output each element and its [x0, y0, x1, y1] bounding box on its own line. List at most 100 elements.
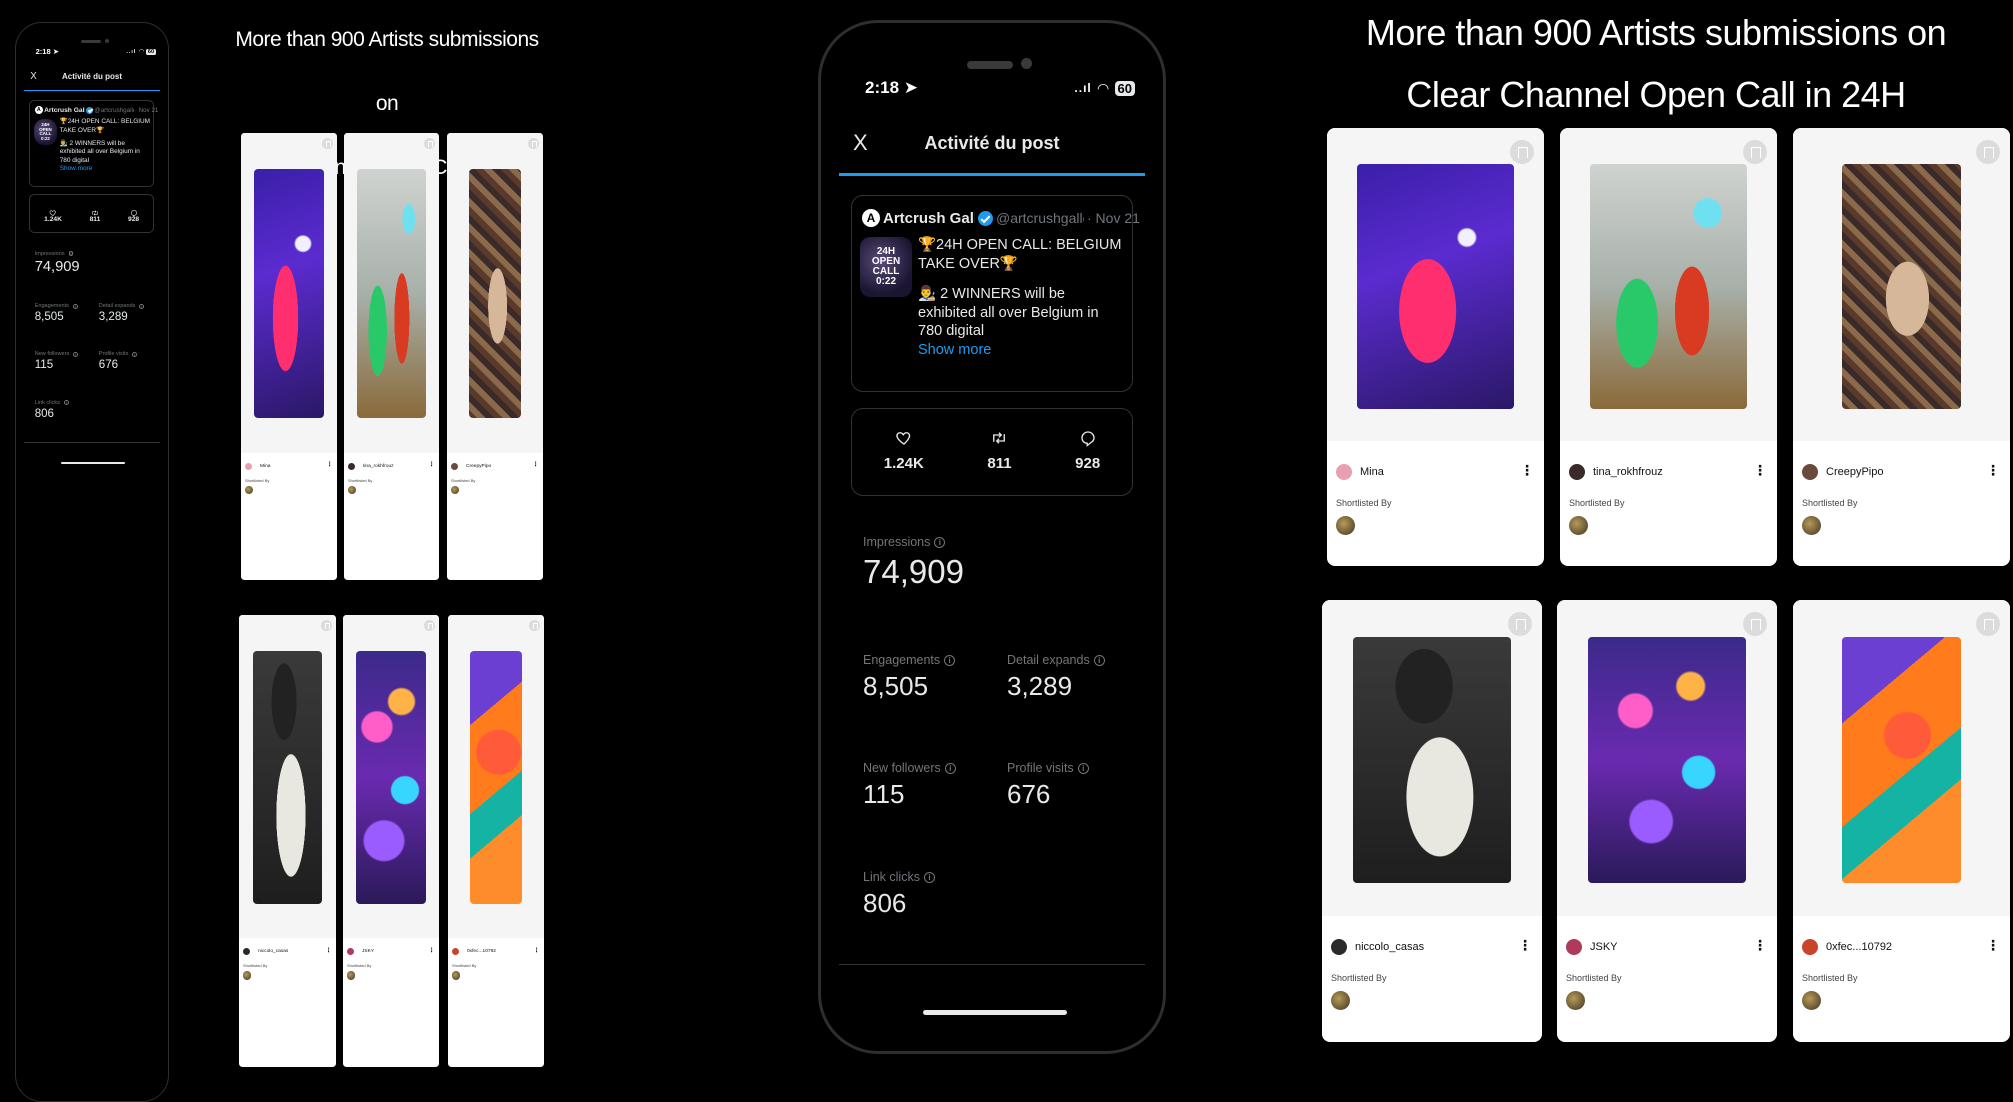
curator-avatar[interactable] — [1802, 991, 1821, 1011]
artwork-card[interactable]: Mina ⋮ Shortlisted By — [241, 133, 337, 580]
curator-avatar[interactable] — [346, 971, 356, 980]
close-icon[interactable]: X — [853, 130, 868, 156]
kebab-menu-icon[interactable]: ⋮ — [325, 947, 331, 954]
info-icon[interactable]: i — [1093, 654, 1105, 666]
bookmark-icon[interactable] — [1976, 612, 2000, 636]
curator-avatar[interactable] — [1331, 991, 1350, 1011]
like-metric[interactable]: 1.24K — [884, 429, 924, 495]
artist-row[interactable]: Mina — [244, 462, 270, 470]
artist-row[interactable]: Mina — [1336, 464, 1384, 481]
bookmark-icon[interactable] — [1743, 612, 1767, 636]
curator-avatar[interactable] — [1336, 516, 1355, 536]
artwork-card[interactable]: CreepyPipo ⋮ Shortlisted By — [1793, 128, 2010, 566]
artist-row[interactable]: 0xfec...10792 — [1802, 939, 1892, 956]
post-media-thumbnail[interactable]: 24H OPEN CALL 0:22 — [33, 118, 58, 146]
info-icon[interactable]: i — [68, 251, 74, 256]
info-icon[interactable]: i — [1077, 762, 1089, 774]
post-card[interactable]: AArtcrush Gallery @artcrushgaller· Nov 21… — [29, 99, 158, 188]
kebab-menu-icon[interactable]: ⋮ — [1518, 938, 1532, 952]
bookmark-icon[interactable] — [322, 138, 333, 149]
bookmark-icon[interactable] — [1510, 140, 1534, 164]
bookmark-icon[interactable] — [1743, 140, 1767, 164]
like-metric[interactable]: 1.24K — [44, 204, 62, 232]
reply-metric[interactable]: 928 — [1075, 429, 1100, 495]
artwork-image[interactable] — [1587, 636, 1747, 884]
artist-row[interactable]: JSKY — [346, 948, 374, 956]
artwork-image[interactable] — [468, 169, 522, 419]
artwork-card[interactable]: 0xfec...10792 ⋮ Shortlisted By — [1793, 600, 2010, 1042]
curator-avatar[interactable] — [347, 485, 357, 494]
kebab-menu-icon[interactable]: ⋮ — [533, 947, 539, 954]
kebab-menu-icon[interactable]: ⋮ — [1753, 463, 1767, 477]
bookmark-icon[interactable] — [424, 620, 435, 631]
artwork-card[interactable]: tina_rokhfrouz ⋮ Shortlisted By — [1560, 128, 1777, 566]
bookmark-icon[interactable] — [529, 620, 540, 631]
retweet-metric[interactable]: 811 — [987, 429, 1012, 495]
info-icon[interactable]: i — [944, 762, 956, 774]
artwork-card[interactable]: CreepyPipo ⋮ Shortlisted By — [447, 133, 543, 580]
artist-row[interactable]: JSKY — [1566, 939, 1618, 956]
artist-row[interactable]: tina_rokhfrouz — [347, 462, 394, 470]
kebab-menu-icon[interactable]: ⋮ — [428, 947, 434, 954]
artwork-card[interactable]: niccolo_casas ⋮ Shortlisted By — [239, 615, 336, 1067]
info-icon[interactable]: i — [923, 871, 935, 883]
artwork-card[interactable]: JSKY ⋮ Shortlisted By — [1557, 600, 1777, 1042]
bookmark-icon[interactable] — [1976, 140, 2000, 164]
artwork-image[interactable] — [1590, 164, 1747, 409]
reply-metric[interactable]: 928 — [128, 204, 139, 232]
artwork-card[interactable]: JSKY ⋮ Shortlisted By — [343, 615, 439, 1067]
artwork-card[interactable]: niccolo_casas ⋮ Shortlisted By — [1322, 600, 1542, 1042]
bookmark-icon[interactable] — [528, 138, 539, 149]
kebab-menu-icon[interactable]: ⋮ — [428, 462, 434, 468]
artwork-image[interactable] — [254, 169, 324, 419]
curator-avatar[interactable] — [450, 485, 460, 494]
curator-avatar[interactable] — [244, 485, 254, 494]
info-icon[interactable]: i — [73, 351, 79, 357]
artwork-image[interactable] — [1841, 164, 1962, 409]
info-icon[interactable]: i — [944, 654, 956, 666]
home-indicator[interactable] — [923, 1010, 1067, 1015]
artwork-image[interactable] — [1841, 636, 1962, 884]
artwork-image[interactable] — [1352, 636, 1512, 884]
curator-avatar[interactable] — [242, 971, 252, 980]
artwork-image[interactable] — [356, 651, 426, 904]
artist-row[interactable]: CreepyPipo — [1802, 464, 1883, 481]
artwork-card[interactable]: tina_rokhfrouz ⋮ Shortlisted By — [344, 133, 439, 580]
artwork-card[interactable]: 0xfec...10792 ⋮ Shortlisted By — [448, 615, 544, 1067]
show-more-link[interactable]: Show more — [60, 165, 152, 173]
close-icon[interactable]: X — [30, 71, 37, 82]
bookmark-icon[interactable] — [424, 138, 435, 149]
artwork-image[interactable] — [357, 169, 426, 419]
show-more-link[interactable]: Show more — [918, 341, 1126, 360]
kebab-menu-icon[interactable]: ⋮ — [1753, 938, 1767, 952]
info-icon[interactable]: i — [72, 303, 78, 309]
kebab-menu-icon[interactable]: ⋮ — [1986, 463, 2000, 477]
artist-row[interactable]: CreepyPipo — [450, 462, 491, 470]
artist-row[interactable]: 0xfec...10792 — [451, 948, 496, 956]
kebab-menu-icon[interactable]: ⋮ — [1520, 463, 1534, 477]
retweet-metric[interactable]: 811 — [90, 204, 100, 232]
curator-avatar[interactable] — [1569, 516, 1588, 536]
curator-avatar[interactable] — [1566, 991, 1585, 1011]
bookmark-icon[interactable] — [1508, 612, 1532, 636]
kebab-menu-icon[interactable]: ⋮ — [1986, 938, 2000, 952]
post-card[interactable]: AArtcrush Gallery @artcrushgaller· Nov 21… — [851, 195, 1140, 392]
artist-row[interactable]: tina_rokhfrouz — [1569, 464, 1663, 481]
artwork-image[interactable] — [469, 651, 523, 904]
post-media-thumbnail[interactable]: 24H OPEN CALL 0:22 — [860, 237, 912, 297]
artist-row[interactable]: niccolo_casas — [1331, 939, 1424, 956]
info-icon[interactable]: i — [139, 303, 145, 309]
info-icon[interactable]: i — [63, 400, 69, 405]
home-indicator[interactable] — [60, 462, 126, 465]
artwork-image[interactable] — [252, 651, 323, 904]
info-icon[interactable]: i — [132, 351, 138, 357]
bookmark-icon[interactable] — [321, 620, 332, 631]
curator-avatar[interactable] — [451, 971, 461, 980]
info-icon[interactable]: i — [934, 536, 946, 548]
artwork-image[interactable] — [1357, 164, 1514, 409]
kebab-menu-icon[interactable]: ⋮ — [532, 462, 538, 468]
kebab-menu-icon[interactable]: ⋮ — [326, 462, 332, 468]
artwork-card[interactable]: Mina ⋮ Shortlisted By — [1327, 128, 1544, 566]
artist-row[interactable]: niccolo_casas — [242, 948, 288, 956]
curator-avatar[interactable] — [1802, 516, 1821, 536]
